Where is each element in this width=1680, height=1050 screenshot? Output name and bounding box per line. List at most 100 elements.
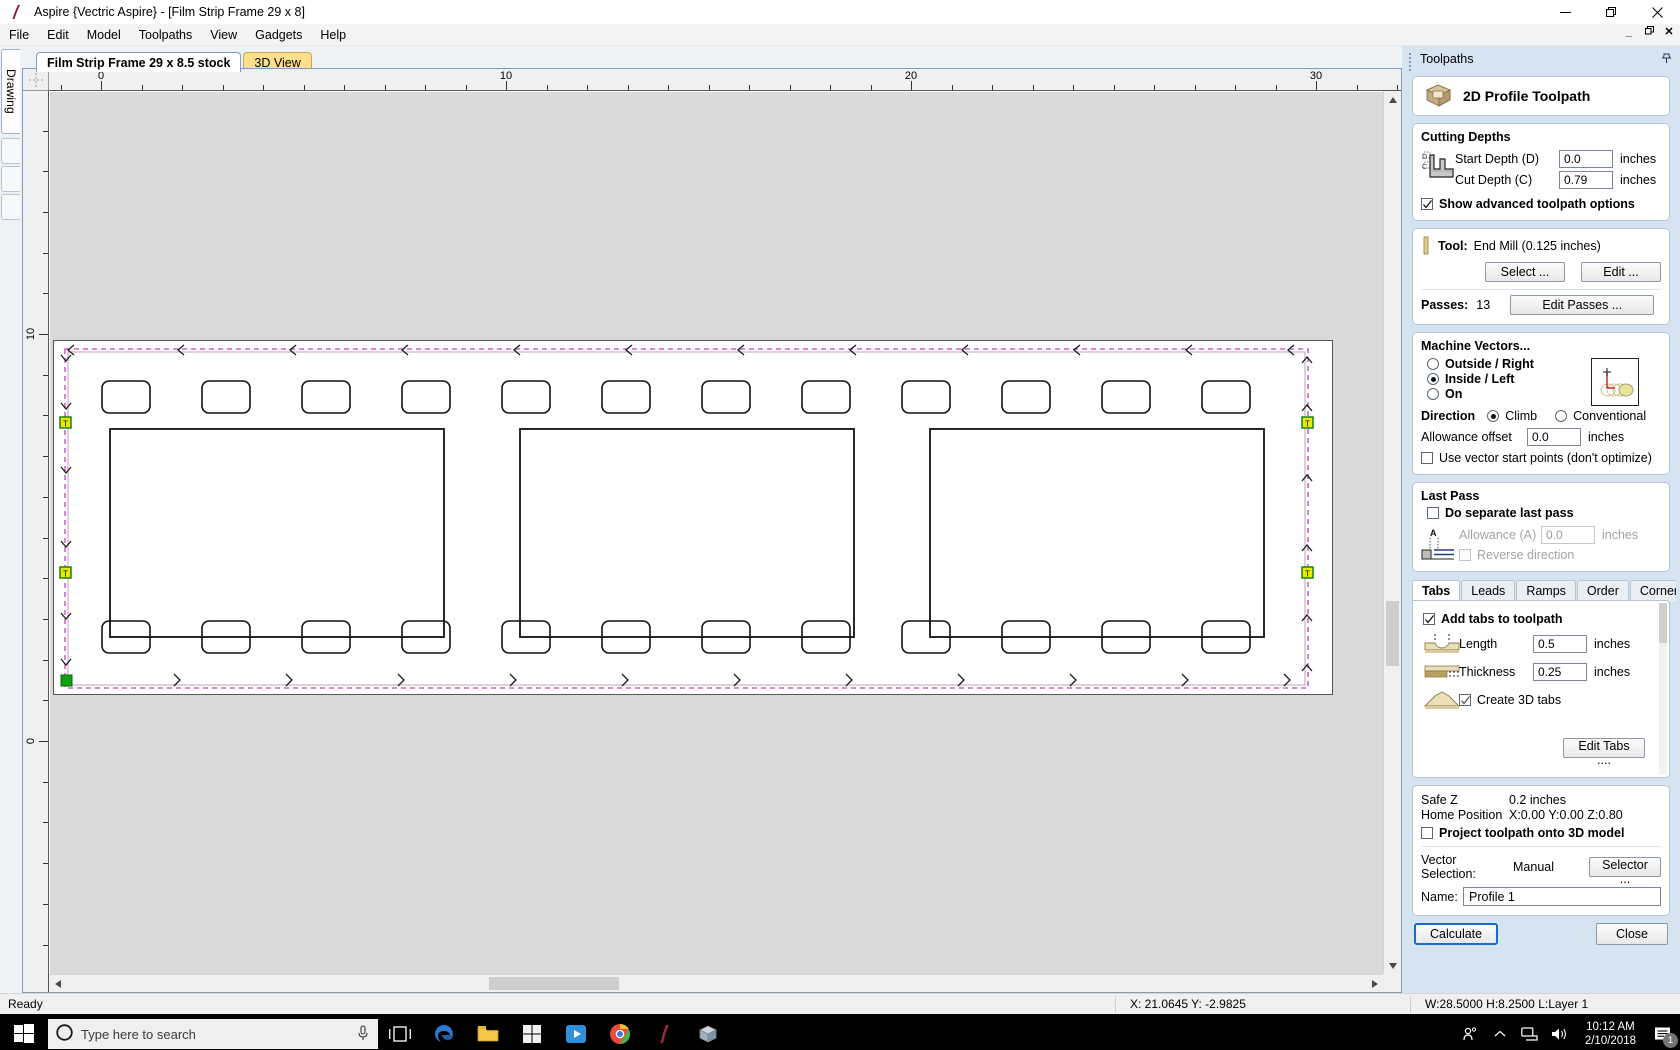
radio-outside-right[interactable] xyxy=(1427,358,1439,370)
menu-model[interactable]: Model xyxy=(78,24,130,46)
edge-icon[interactable] xyxy=(422,1014,466,1050)
direction-arrows-right xyxy=(1301,355,1313,672)
aspire-2-icon[interactable] xyxy=(686,1014,730,1050)
tab-thickness-input[interactable] xyxy=(1533,663,1587,681)
scroll-down-button[interactable] xyxy=(1384,957,1401,974)
network-icon[interactable] xyxy=(1515,1014,1545,1050)
aspire-icon[interactable] xyxy=(642,1014,686,1050)
pin-icon[interactable] xyxy=(1661,52,1672,67)
chrome-icon[interactable] xyxy=(598,1014,642,1050)
left-tab-strip: Drawing xyxy=(0,46,22,993)
radio-on[interactable] xyxy=(1427,388,1439,400)
use-vector-start-points-checkbox[interactable] xyxy=(1421,452,1433,464)
scroll-up-button[interactable] xyxy=(1384,91,1401,108)
select-tool-button[interactable]: Select ... xyxy=(1485,262,1565,282)
ruler-tick xyxy=(60,85,62,90)
volume-icon[interactable] xyxy=(1545,1014,1575,1050)
menu-help[interactable]: Help xyxy=(311,24,355,46)
vertical-scroll-thumb[interactable] xyxy=(1386,601,1399,666)
project-toolpath-checkbox[interactable] xyxy=(1421,827,1433,839)
task-view-icon[interactable] xyxy=(378,1014,422,1050)
file-explorer-icon[interactable] xyxy=(466,1014,510,1050)
taskbar-clock[interactable]: 10:12 AM 2/10/2018 xyxy=(1575,1020,1646,1048)
tab-length-input[interactable] xyxy=(1533,635,1587,653)
ruler-tick xyxy=(43,944,48,946)
scroll-left-button[interactable] xyxy=(49,975,66,992)
mdi-close-button[interactable]: ✕ xyxy=(1662,25,1676,38)
tab-tabs[interactable]: Tabs xyxy=(1412,580,1461,601)
vertical-tab-2[interactable] xyxy=(1,138,20,164)
microphone-icon[interactable] xyxy=(356,1024,370,1044)
horizontal-ruler[interactable]: 0 10 20 30 xyxy=(49,69,1401,91)
maximize-button[interactable] xyxy=(1588,0,1634,24)
edit-passes-button[interactable]: Edit Passes ... xyxy=(1510,295,1655,315)
create-3d-tabs-checkbox[interactable] xyxy=(1459,694,1471,706)
edit-tabs-button[interactable]: Edit Tabs .... xyxy=(1563,738,1645,767)
radio-climb[interactable] xyxy=(1487,410,1500,422)
svg-text:A: A xyxy=(1430,528,1437,538)
vertical-tab-drawing[interactable]: Drawing xyxy=(1,49,20,134)
panel-grip-icon[interactable] xyxy=(1409,53,1412,71)
ruler-origin-corner[interactable] xyxy=(23,69,49,91)
mdi-restore-button[interactable] xyxy=(1642,25,1656,38)
start-depth-unit: inches xyxy=(1620,152,1657,166)
edit-tool-button[interactable]: Edit ... xyxy=(1581,262,1661,282)
ruler-tick xyxy=(43,822,48,824)
tab-length-icon xyxy=(1423,634,1460,654)
ruler-tick xyxy=(1194,85,1196,90)
close-button[interactable] xyxy=(1634,0,1680,24)
toolpath-name-input[interactable] xyxy=(1463,887,1661,906)
tab-length-label: Length xyxy=(1459,637,1498,651)
ruler-tick xyxy=(668,85,669,90)
radio-outside-right-label: Outside / Right xyxy=(1445,357,1534,371)
media-player-icon[interactable] xyxy=(554,1014,598,1050)
show-hidden-icons-icon[interactable] xyxy=(1485,1014,1515,1050)
show-advanced-checkbox[interactable] xyxy=(1421,198,1433,210)
menu-edit[interactable]: Edit xyxy=(38,24,78,46)
svg-text:T: T xyxy=(1305,570,1310,579)
start-depth-input[interactable] xyxy=(1559,150,1613,168)
cut-depth-input[interactable] xyxy=(1559,171,1613,189)
action-center-icon[interactable]: 1 xyxy=(1646,1014,1680,1050)
ruler-tick xyxy=(627,85,629,90)
selector-button[interactable]: Selector ... xyxy=(1589,857,1661,886)
sprocket-holes-top xyxy=(101,380,1251,414)
scroll-right-button[interactable] xyxy=(1366,975,1383,992)
last-pass-allowance-input[interactable] xyxy=(1541,526,1595,544)
tab-leads[interactable]: Leads xyxy=(1461,580,1516,601)
store-icon[interactable] xyxy=(510,1014,554,1050)
vertical-tab-4[interactable] xyxy=(1,194,20,220)
reverse-direction-checkbox[interactable] xyxy=(1459,549,1471,561)
doc-tab-2d-view[interactable]: Film Strip Frame 29 x 8.5 stock xyxy=(36,52,242,72)
menu-view[interactable]: View xyxy=(201,24,246,46)
vertical-scrollbar[interactable] xyxy=(1383,91,1401,974)
tabs-pane-scrollbar[interactable] xyxy=(1659,603,1667,775)
windows-logo-icon[interactable] xyxy=(0,1014,48,1050)
mdi-minimize-button[interactable]: _ xyxy=(1622,26,1636,38)
menu-gadgets[interactable]: Gadgets xyxy=(246,24,311,46)
vertical-ruler[interactable]: 0 10 xyxy=(23,91,49,992)
ruler-tick xyxy=(303,85,305,90)
drawing-canvas[interactable]: T T T T xyxy=(50,92,1383,974)
add-tabs-checkbox[interactable] xyxy=(1423,613,1435,625)
minimize-button[interactable] xyxy=(1542,0,1588,24)
search-input[interactable]: Type here to search xyxy=(48,1019,378,1049)
vertical-tab-3[interactable] xyxy=(1,166,20,192)
ruler-tick xyxy=(43,863,48,865)
radio-conventional[interactable] xyxy=(1555,410,1568,422)
tab-ramps[interactable]: Ramps xyxy=(1516,580,1576,601)
radio-inside-left[interactable] xyxy=(1427,373,1439,385)
menu-file[interactable]: File xyxy=(0,24,38,46)
tab-order[interactable]: Order xyxy=(1576,580,1629,601)
horizontal-scroll-thumb[interactable] xyxy=(489,977,619,990)
do-separate-last-pass-checkbox[interactable] xyxy=(1427,507,1439,519)
tab-corners[interactable]: Corners xyxy=(1629,580,1676,601)
menu-toolpaths[interactable]: Toolpaths xyxy=(130,24,202,46)
last-pass-title: Last Pass xyxy=(1421,489,1480,503)
allowance-offset-input[interactable] xyxy=(1527,428,1581,446)
close-toolpath-button[interactable]: Close xyxy=(1596,923,1668,945)
horizontal-scrollbar[interactable] xyxy=(49,974,1383,992)
calculate-button[interactable]: Calculate xyxy=(1414,923,1499,945)
people-icon[interactable] xyxy=(1455,1014,1485,1050)
toolpath-options-tabstrip: Tabs Leads Ramps Order Corners xyxy=(1412,580,1676,601)
